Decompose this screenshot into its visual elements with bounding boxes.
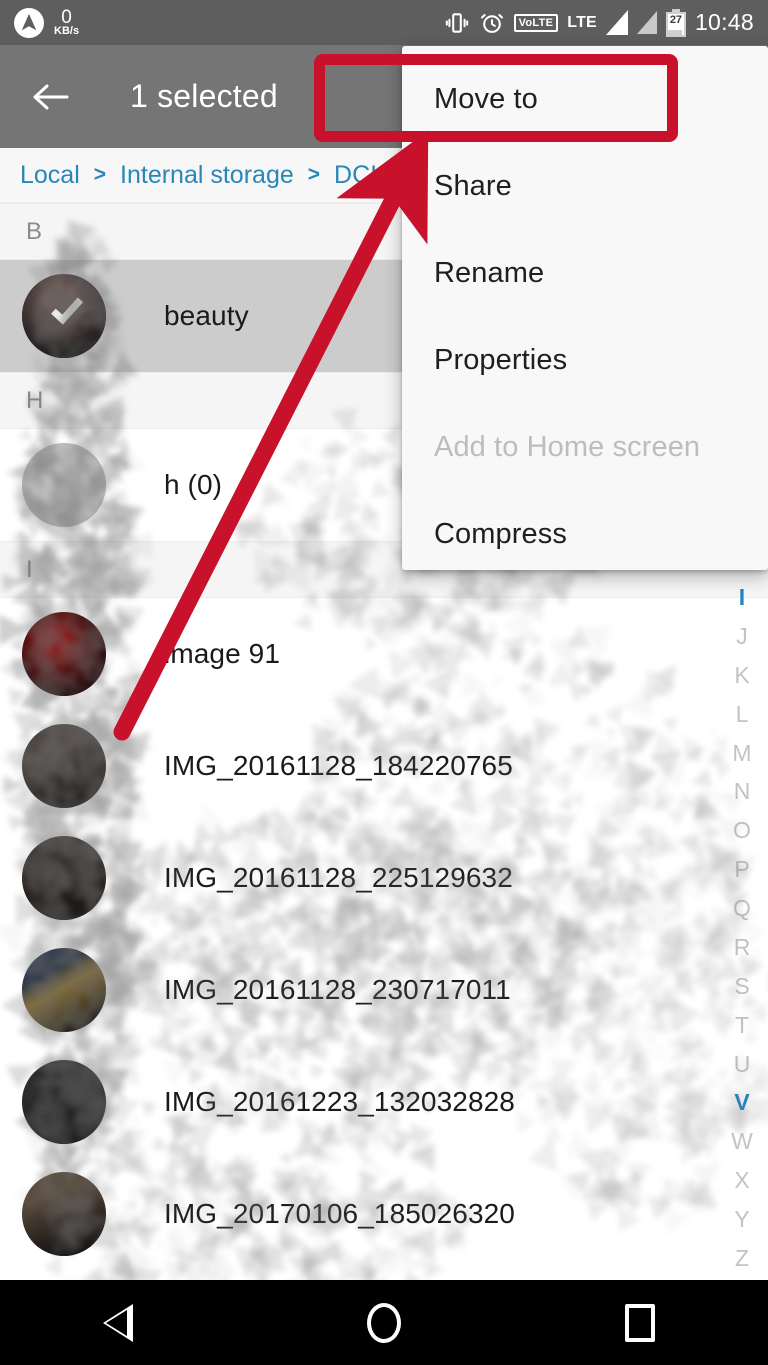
breadcrumb-separator: >	[307, 163, 321, 186]
battery-level: 27	[669, 13, 683, 26]
back-arrow-icon[interactable]	[28, 75, 72, 119]
page-title: 1 selected	[130, 78, 278, 114]
breadcrumb-item-dcim[interactable]: DCI	[334, 161, 377, 190]
breadcrumb-item-internal-storage[interactable]: Internal storage	[120, 161, 294, 190]
breadcrumb-separator: >	[93, 163, 107, 186]
navigation-icon	[14, 7, 44, 38]
index-letter-v[interactable]: V	[734, 1091, 749, 1114]
avatar	[22, 1060, 106, 1144]
phone-screen: 0 KB/s VoLTE LTE 27 10:48 1 selected Loc…	[0, 0, 768, 1365]
menu-item-share[interactable]: Share	[402, 143, 768, 230]
index-letter-t[interactable]: T	[735, 1013, 749, 1037]
battery-icon: 27	[665, 8, 686, 37]
index-letter-i[interactable]: I	[739, 586, 745, 609]
index-letter-j[interactable]: J	[736, 624, 748, 648]
index-letter-x[interactable]: X	[734, 1169, 749, 1192]
menu-item-rename[interactable]: Rename	[402, 230, 768, 317]
volte-icon: VoLTE	[513, 13, 559, 32]
vibrate-icon	[444, 10, 470, 36]
avatar	[22, 1172, 106, 1256]
list-item-label: h (0)	[164, 469, 223, 500]
avatar	[22, 274, 106, 358]
lte-icon: LTE	[567, 13, 597, 31]
index-letter-s[interactable]: S	[734, 974, 749, 998]
table-row[interactable]: IMG_20161128_225129632	[0, 822, 768, 934]
index-letter-y[interactable]: Y	[734, 1208, 749, 1231]
table-row[interactable]: IMG_20161223_132032828	[0, 1046, 768, 1158]
list-item-label: IMG_20161128_230717011	[164, 974, 511, 1005]
signal-2-icon	[636, 11, 657, 34]
signal-1-icon	[605, 10, 628, 35]
alphabet-scroll-index[interactable]: I J K L M N O P Q R S T U V W X Y Z	[716, 580, 768, 1280]
index-letter-w[interactable]: W	[731, 1130, 753, 1153]
menu-item-add-to-home-screen: Add to Home screen	[434, 431, 701, 463]
avatar	[22, 836, 106, 920]
menu-item-properties[interactable]: Properties	[402, 317, 768, 404]
index-letter-q[interactable]: Q	[733, 897, 751, 920]
avatar	[22, 948, 106, 1032]
back-triangle-icon[interactable]	[80, 1280, 176, 1365]
home-circle-icon[interactable]	[336, 1280, 432, 1365]
list-item-label: IMG_20161128_184220765	[164, 750, 513, 781]
list-item-label: IMG_20161128_225129632	[164, 862, 513, 893]
avatar	[22, 443, 106, 527]
alarm-icon	[479, 10, 505, 36]
network-speed-indicator: 0 KB/s	[54, 8, 79, 37]
index-letter-l[interactable]: L	[736, 702, 749, 726]
index-letter-m[interactable]: M	[732, 741, 751, 765]
menu-item-compress[interactable]: Compress	[402, 491, 768, 578]
status-bar: 0 KB/s VoLTE LTE 27 10:48	[0, 0, 768, 45]
table-row[interactable]: IMG_20161128_184220765	[0, 710, 768, 822]
breadcrumb-item-local[interactable]: Local	[20, 161, 80, 190]
index-letter-k[interactable]: K	[734, 663, 749, 687]
overflow-menu[interactable]: Move to Share Rename Properties Add to H…	[402, 46, 768, 570]
list-item-label: IMG_20170106_185026320	[164, 1198, 515, 1229]
index-letter-z[interactable]: Z	[735, 1246, 749, 1270]
recents-square-icon[interactable]	[592, 1280, 688, 1365]
status-bar-right: VoLTE LTE 27 10:48	[444, 8, 754, 37]
index-letter-n[interactable]: N	[734, 780, 751, 803]
table-row[interactable]: image 91	[0, 598, 768, 710]
status-bar-clock: 10:48	[694, 9, 754, 35]
network-speed-unit: KB/s	[54, 25, 80, 37]
menu-item-move-to[interactable]: Move to	[402, 56, 768, 143]
index-letter-r[interactable]: R	[734, 935, 751, 959]
list-item-label: IMG_20161223_132032828	[164, 1086, 515, 1117]
table-row[interactable]: IMG_20161128_230717011	[0, 934, 768, 1046]
avatar	[22, 724, 106, 808]
list-item-label: image 91	[164, 638, 280, 669]
index-letter-p[interactable]: P	[734, 858, 749, 881]
list-item-label: beauty	[164, 300, 249, 331]
status-bar-left: 0 KB/s	[14, 7, 79, 38]
index-letter-u[interactable]: U	[734, 1052, 751, 1076]
index-letter-o[interactable]: O	[733, 819, 751, 842]
avatar	[22, 612, 106, 696]
system-navigation-bar[interactable]	[0, 1280, 768, 1365]
table-row[interactable]: IMG_20170106_185026320	[0, 1158, 768, 1270]
